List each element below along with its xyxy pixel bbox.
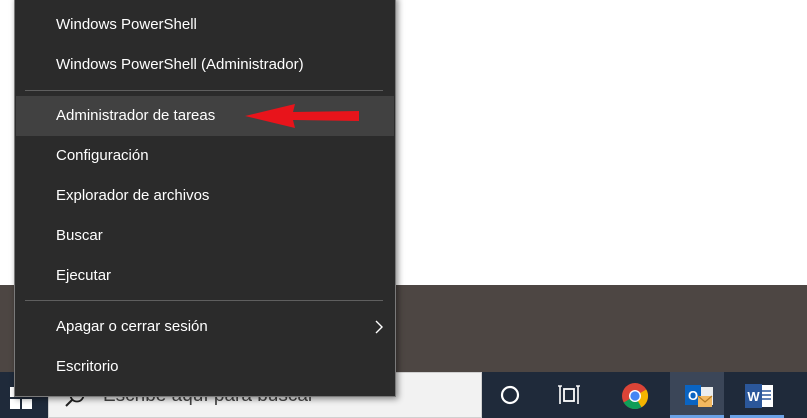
menu-item-label: Administrador de tareas (56, 107, 216, 124)
task-view-button[interactable] (543, 372, 597, 418)
menu-item-label: Configuración (56, 147, 149, 164)
menu-item-file-explorer[interactable]: Explorador de archivos (16, 176, 394, 216)
task-view-icon (558, 385, 580, 404)
menu-item-label: Buscar (56, 227, 103, 244)
chrome-icon (622, 383, 649, 410)
cortana-icon (500, 385, 520, 405)
menu-item-label: Explorador de archivos (56, 187, 210, 204)
chevron-right-icon (375, 320, 383, 334)
menu-separator (25, 300, 383, 301)
menu-item-settings[interactable]: Configuración (16, 136, 394, 176)
svg-text:W: W (747, 389, 760, 404)
menu-item-powershell-admin[interactable]: Windows PowerShell (Administrador) (16, 45, 394, 85)
menu-item-label: Escritorio (56, 358, 119, 375)
chrome-taskbar-button[interactable] (607, 372, 661, 418)
cortana-button[interactable] (483, 372, 537, 418)
outlook-taskbar-button[interactable]: O (670, 372, 724, 418)
menu-item-powershell[interactable]: Windows PowerShell (16, 5, 394, 45)
menu-separator (25, 90, 383, 91)
red-arrow-annotation-icon (245, 104, 359, 128)
menu-item-label: Ejecutar (56, 267, 112, 284)
menu-item-desktop[interactable]: Escritorio (16, 347, 394, 387)
menu-item-label: Apagar o cerrar sesión (56, 318, 208, 335)
menu-item-run[interactable]: Ejecutar (16, 256, 394, 296)
outlook-icon: O (685, 385, 713, 407)
svg-text:O: O (688, 388, 698, 403)
menu-item-label: Windows PowerShell (56, 16, 197, 33)
menu-item-search[interactable]: Buscar (16, 216, 394, 256)
menu-item-shutdown[interactable]: Apagar o cerrar sesión (16, 307, 394, 347)
word-icon: W (745, 384, 773, 408)
word-taskbar-button[interactable]: W (730, 372, 784, 418)
power-user-menu: Windows PowerShell Windows PowerShell (A… (14, 0, 396, 397)
menu-item-label: Windows PowerShell (Administrador) (56, 56, 304, 73)
